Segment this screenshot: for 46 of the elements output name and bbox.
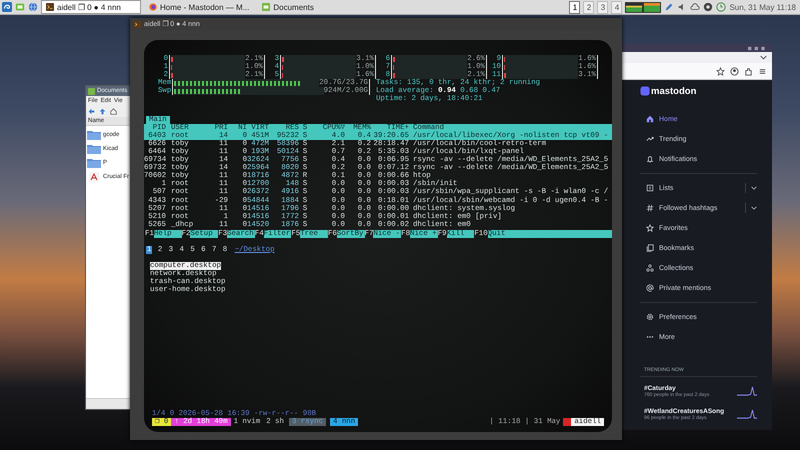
network-icon[interactable]: [703, 2, 714, 12]
workspace-button[interactable]: 3: [597, 0, 608, 14]
status-segment: [563, 418, 572, 426]
system-monitor-drawing: [625, 2, 662, 12]
collections-icon: [646, 264, 654, 272]
star-icon: [646, 224, 654, 232]
at-sign-icon: [646, 284, 654, 292]
taskbar-button[interactable]: aidell ❐ 0 ● 4 nnn: [41, 0, 141, 14]
workspace-button[interactable]: 1: [569, 0, 580, 14]
list-icon: [646, 184, 654, 192]
chevron-down-icon: [751, 186, 757, 190]
hashtag-icon: [646, 204, 654, 212]
pen-icon[interactable]: [664, 2, 674, 12]
chevron-down-icon: [751, 206, 757, 210]
star-icon[interactable]: [716, 66, 725, 76]
cloud-icon[interactable]: [690, 2, 700, 12]
taskbar-clock[interactable]: Sun, 31 May 11:18: [729, 2, 798, 12]
clock-icon: [716, 2, 726, 12]
globe-icon[interactable]: [28, 2, 38, 12]
trending-icon: [646, 135, 654, 143]
expand-toggle[interactable]: [745, 183, 757, 193]
account-icon[interactable]: [730, 66, 739, 76]
back-arrow-icon[interactable]: [88, 108, 95, 115]
workspace-button[interactable]: 4: [611, 0, 622, 14]
browser-icon: [149, 3, 157, 11]
extensions-icon[interactable]: [744, 66, 753, 76]
expand-toggle[interactable]: [745, 203, 757, 213]
settings-icon: [646, 313, 654, 321]
home-icon: [646, 115, 654, 123]
sparkline-drawing: [737, 409, 757, 420]
up-arrow-icon[interactable]: [99, 108, 106, 115]
start-menu-icon[interactable]: [2, 2, 12, 12]
workspace-button[interactable]: 2: [583, 0, 594, 14]
terminal-icon: [46, 3, 54, 11]
taskbar-button[interactable]: Documents: [257, 0, 319, 14]
home-icon[interactable]: [110, 108, 117, 115]
bell-icon: [646, 155, 654, 163]
terminal-icon: [134, 20, 141, 28]
status-bar: [86, 398, 130, 409]
logo-wordmark[interactable]: mastodon: [651, 86, 696, 96]
menu-icon[interactable]: [758, 66, 767, 76]
taskbar-button[interactable]: Home - Mastodon — M...: [144, 0, 254, 14]
chevron-down-icon[interactable]: [760, 55, 767, 60]
sparkline-drawing: [737, 386, 757, 397]
bookmarks-icon: [646, 244, 654, 252]
mastodon-logo-icon[interactable]: [640, 86, 650, 96]
